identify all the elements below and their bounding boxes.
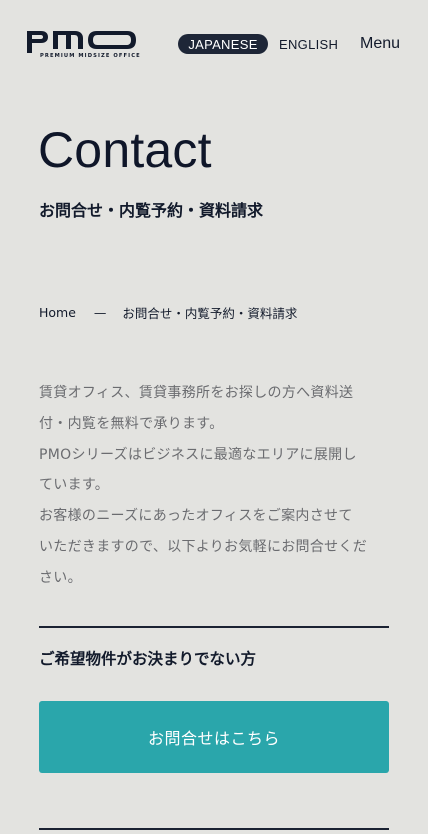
menu-button[interactable]: Menu (360, 33, 400, 55)
intro-line: お客様のニーズにあったオフィスをご案内させて (39, 508, 353, 525)
site-header: PREMIUM MIDSIZE OFFICE JAPANESE ENGLISH … (0, 0, 428, 90)
section-heading: ご希望物件がお決まりでない方 (39, 650, 257, 668)
intro-line: 付・内覧を無料で承ります。 (39, 415, 224, 432)
page-subtitle: お問合せ・内覧予約・資料請求 (39, 201, 264, 220)
intro-text: 賃貸オフィス、賃貸事務所をお探しの方へ資料送 付・内覧を無料で承ります。 PMO… (39, 378, 391, 594)
breadcrumb: Home — お問合せ・内覧予約・資料請求 (39, 303, 297, 321)
intro-line: 賃貸オフィス、賃貸事務所をお探しの方へ資料送 (39, 385, 354, 401)
breadcrumb-current: お問合せ・内覧予約・資料請求 (122, 305, 298, 321)
intro-line: ています。 (39, 477, 110, 494)
intro-line: さい。 (39, 569, 82, 586)
section-divider-top (39, 626, 389, 628)
breadcrumb-separator: — (93, 304, 107, 320)
page-title: Contact (38, 122, 212, 178)
pmo-logo-mark (27, 31, 136, 53)
lang-english-button[interactable]: ENGLISH (279, 34, 338, 54)
contact-button[interactable]: お問合せはこちら (39, 701, 389, 773)
intro-line: PMOシリーズはビジネスに最適なエリアに展開し (39, 446, 357, 463)
intro-line: いただきますので、以下よりお気軽にお問合せくだ (39, 538, 368, 555)
breadcrumb-home-link[interactable]: Home (39, 305, 76, 320)
section-divider-bottom (39, 828, 389, 830)
logo-tagline: PREMIUM MIDSIZE OFFICE (40, 53, 141, 59)
pmo-logo[interactable]: PREMIUM MIDSIZE OFFICE (27, 29, 141, 61)
lang-japanese-button[interactable]: JAPANESE (178, 34, 268, 54)
